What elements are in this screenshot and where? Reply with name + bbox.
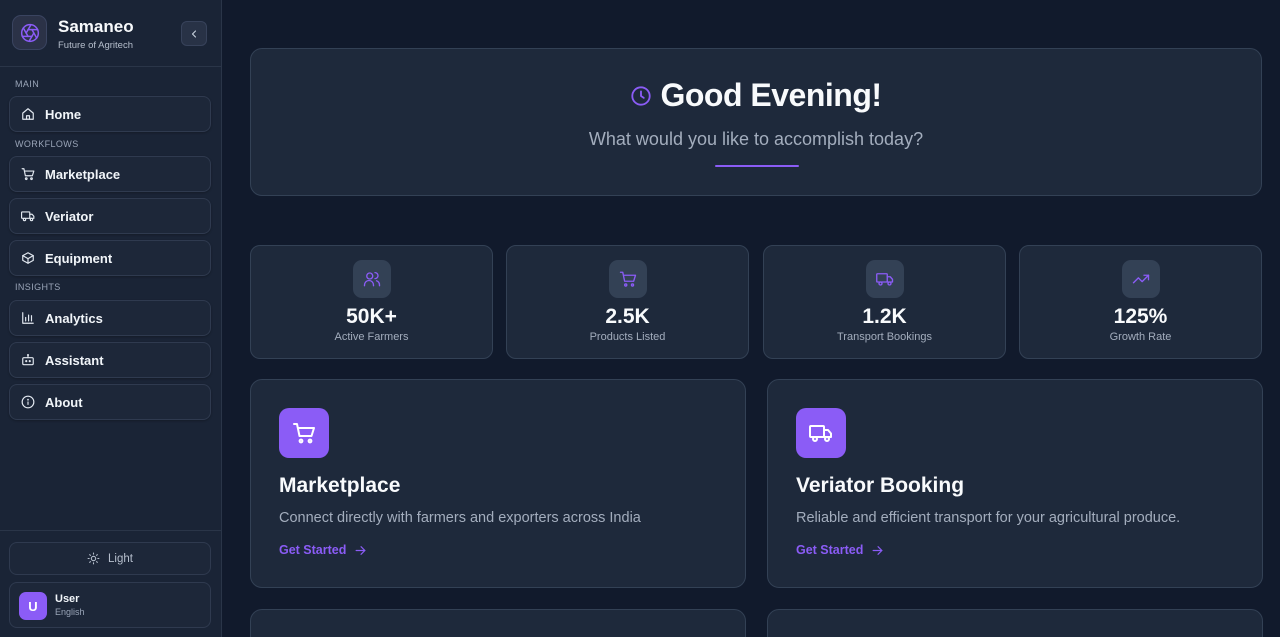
get-started-label: Get Started — [279, 543, 347, 557]
home-icon — [21, 107, 35, 121]
stat-card-transport: 1.2K Transport Bookings — [763, 245, 1006, 359]
sun-icon — [87, 552, 100, 565]
stat-label: Transport Bookings — [837, 331, 932, 343]
cart-icon — [279, 408, 329, 458]
feature-description: Connect directly with farmers and export… — [279, 510, 641, 526]
truck-icon — [866, 260, 904, 298]
cart-icon — [609, 260, 647, 298]
sidebar-item-assistant[interactable]: Assistant — [9, 342, 211, 378]
sidebar-item-home[interactable]: Home — [9, 96, 211, 132]
sidebar-item-about[interactable]: About — [9, 384, 211, 420]
aperture-logo-icon[interactable] — [12, 15, 47, 50]
sidebar-item-equipment[interactable]: Equipment — [9, 240, 211, 276]
user-profile-card[interactable]: U User English — [9, 582, 211, 628]
bot-icon — [21, 353, 35, 367]
truck-icon — [21, 209, 35, 223]
sidebar-item-label: Marketplace — [45, 166, 121, 182]
section-label-workflows: WORKFLOWS — [15, 139, 79, 149]
sidebar-item-veriator[interactable]: Veriator — [9, 198, 211, 234]
brand-header: Samaneo Future of Agritech — [0, 0, 221, 67]
users-icon — [353, 260, 391, 298]
cart-icon — [21, 167, 35, 181]
bar-chart-icon — [21, 311, 35, 325]
get-started-link[interactable]: Get Started — [796, 543, 884, 557]
sidebar-item-label: Analytics — [45, 310, 103, 326]
sidebar-item-analytics[interactable]: Analytics — [9, 300, 211, 336]
box-icon — [21, 251, 35, 265]
stat-value: 1.2K — [862, 305, 907, 328]
greeting-card: Good Evening! What would you like to acc… — [250, 48, 1262, 196]
user-language: English — [55, 607, 85, 617]
get-started-link[interactable]: Get Started — [279, 543, 367, 557]
sidebar-item-label: Home — [45, 106, 82, 122]
info-icon — [21, 395, 35, 409]
section-label-main: MAIN — [15, 79, 40, 89]
greeting-subtitle: What would you like to accomplish today? — [588, 129, 924, 149]
theme-toggle-button[interactable]: Light — [9, 542, 211, 575]
stat-card-products: 2.5K Products Listed — [506, 245, 749, 359]
arrow-right-icon — [872, 545, 883, 555]
section-label-insights: INSIGHTS — [15, 282, 61, 292]
sidebar-item-label: Assistant — [45, 352, 104, 368]
stat-label: Active Farmers — [334, 331, 409, 343]
stat-card-growth: 125% Growth Rate — [1019, 245, 1262, 359]
greeting-title: Good Evening! — [660, 77, 882, 113]
collapse-sidebar-button[interactable] — [181, 21, 207, 46]
trending-up-icon — [1122, 260, 1160, 298]
stat-label: Growth Rate — [1109, 331, 1172, 343]
stat-value: 125% — [1113, 305, 1168, 328]
feature-card-partial[interactable] — [250, 609, 746, 637]
sidebar-item-label: About — [45, 394, 83, 410]
sidebar-item-label: Equipment — [45, 250, 113, 266]
arrow-right-icon — [355, 545, 366, 555]
theme-toggle-label: Light — [108, 552, 133, 565]
feature-title: Veriator Booking — [796, 474, 965, 497]
feature-card-marketplace[interactable]: Marketplace Connect directly with farmer… — [250, 379, 746, 588]
get-started-label: Get Started — [796, 543, 864, 557]
clock-icon — [631, 85, 652, 106]
brand-name: Samaneo — [58, 17, 134, 36]
feature-title: Marketplace — [279, 474, 401, 497]
stat-value: 2.5K — [605, 305, 650, 328]
user-name: User — [55, 593, 80, 605]
feature-card-veriator[interactable]: Veriator Booking Reliable and efficient … — [767, 379, 1263, 588]
stat-value: 50K+ — [346, 305, 397, 328]
brand-tagline: Future of Agritech — [58, 40, 133, 51]
feature-card-partial[interactable] — [767, 609, 1263, 637]
feature-description: Reliable and efficient transport for you… — [796, 510, 1181, 526]
avatar: U — [19, 592, 47, 620]
chevron-left-icon — [191, 29, 197, 38]
stat-card-farmers: 50K+ Active Farmers — [250, 245, 493, 359]
stat-label: Products Listed — [589, 331, 666, 343]
greeting-underline — [715, 165, 799, 167]
sidebar-item-label: Veriator — [45, 208, 94, 224]
truck-icon — [796, 408, 846, 458]
sidebar: Samaneo Future of Agritech MAIN Home WOR… — [0, 0, 222, 637]
sidebar-item-marketplace[interactable]: Marketplace — [9, 156, 211, 192]
greeting-title-row: Good Evening! — [251, 77, 1261, 114]
